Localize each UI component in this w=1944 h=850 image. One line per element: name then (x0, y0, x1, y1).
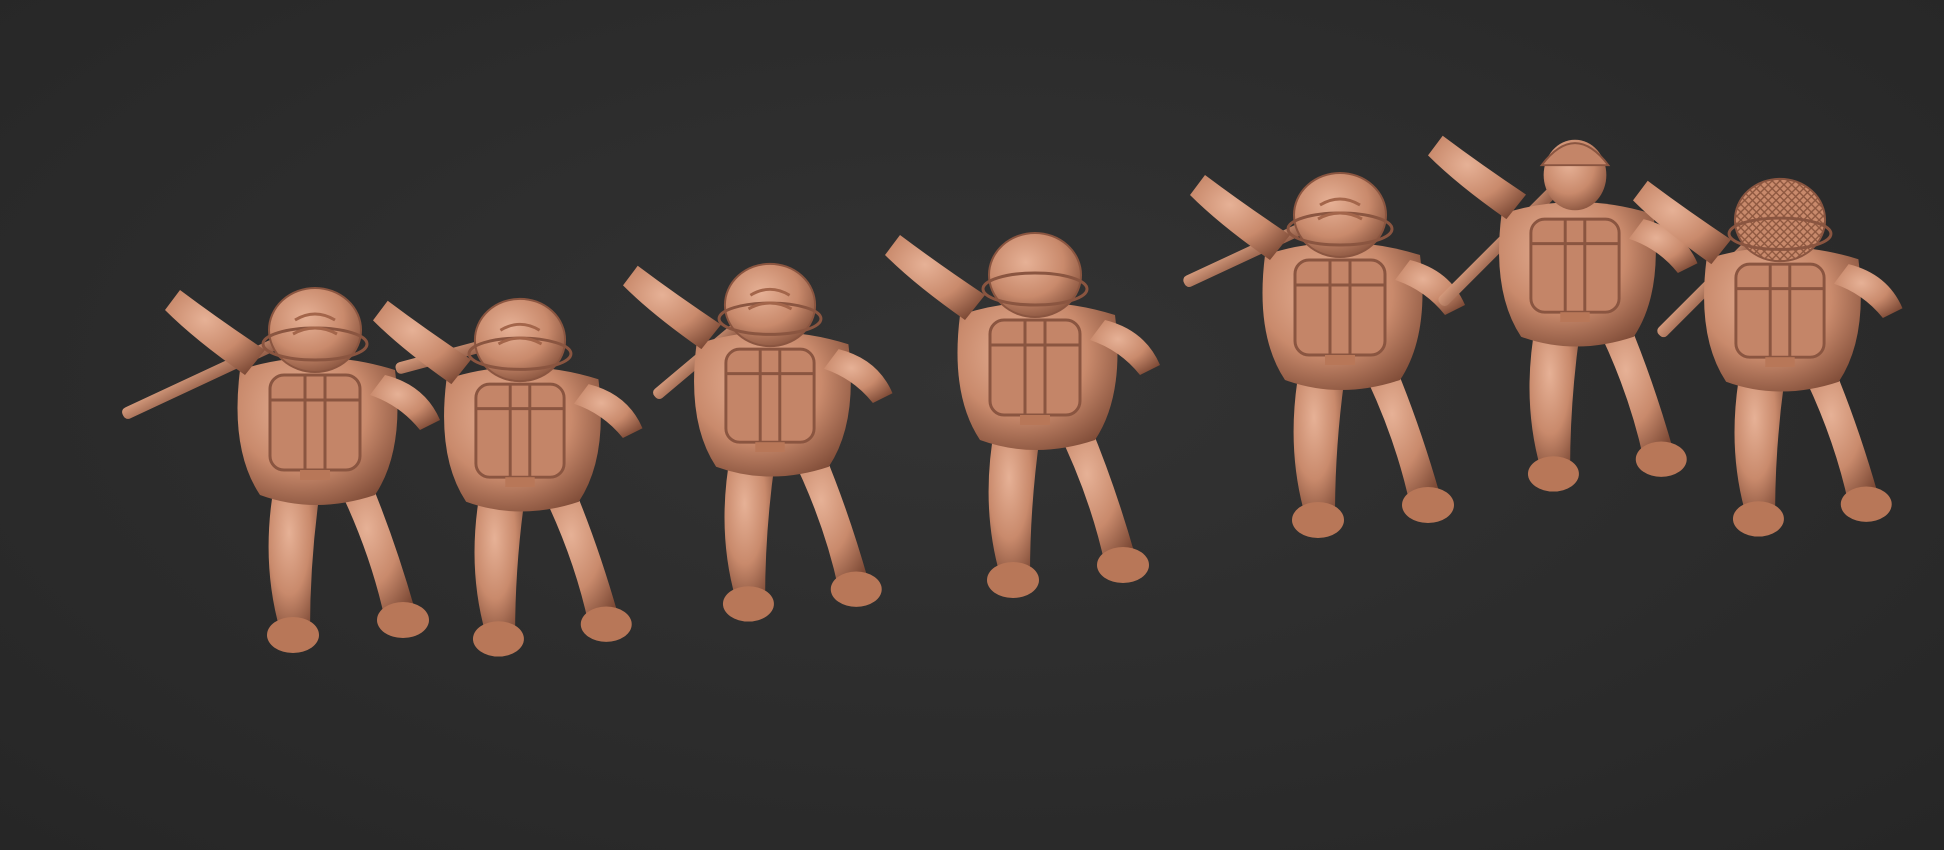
boot (1635, 441, 1687, 477)
garrison-cap (1539, 142, 1611, 167)
backpack (1293, 258, 1387, 357)
belt-buckle (300, 470, 330, 480)
boot (267, 617, 319, 653)
backpack (1734, 262, 1826, 359)
backpack (724, 347, 816, 444)
boot (1292, 502, 1344, 538)
backpack (474, 382, 566, 479)
arm (1428, 135, 1526, 220)
soldier-3-figure (623, 262, 893, 622)
boot (1402, 487, 1454, 523)
belt-buckle (1560, 312, 1590, 322)
arm (1190, 175, 1290, 260)
boot (1732, 501, 1784, 537)
backpack (988, 318, 1082, 417)
boot (722, 586, 774, 622)
belt-buckle (1020, 415, 1050, 425)
belt-buckle (755, 442, 785, 452)
boot (1840, 486, 1892, 522)
arm (885, 235, 985, 320)
boot (580, 606, 632, 642)
boot (472, 621, 524, 657)
arm (165, 290, 265, 375)
boot (830, 571, 882, 607)
backpack (268, 373, 362, 472)
soldier-2-figure (373, 297, 643, 657)
boot (987, 562, 1039, 598)
arm (623, 265, 721, 350)
soldier-7-figure (1633, 177, 1903, 537)
boot (1097, 547, 1149, 583)
belt-buckle (1765, 357, 1795, 367)
belt-buckle (1325, 355, 1355, 365)
boot (377, 602, 429, 638)
belt-buckle (505, 477, 535, 487)
boot (1527, 456, 1579, 492)
soldier-5-figure (1183, 172, 1465, 538)
soldier-4-figure (885, 232, 1160, 598)
soldier-figures (122, 135, 1903, 657)
backpack (1529, 217, 1621, 314)
render-viewport (0, 0, 1944, 850)
soldier-1-figure (122, 287, 440, 653)
